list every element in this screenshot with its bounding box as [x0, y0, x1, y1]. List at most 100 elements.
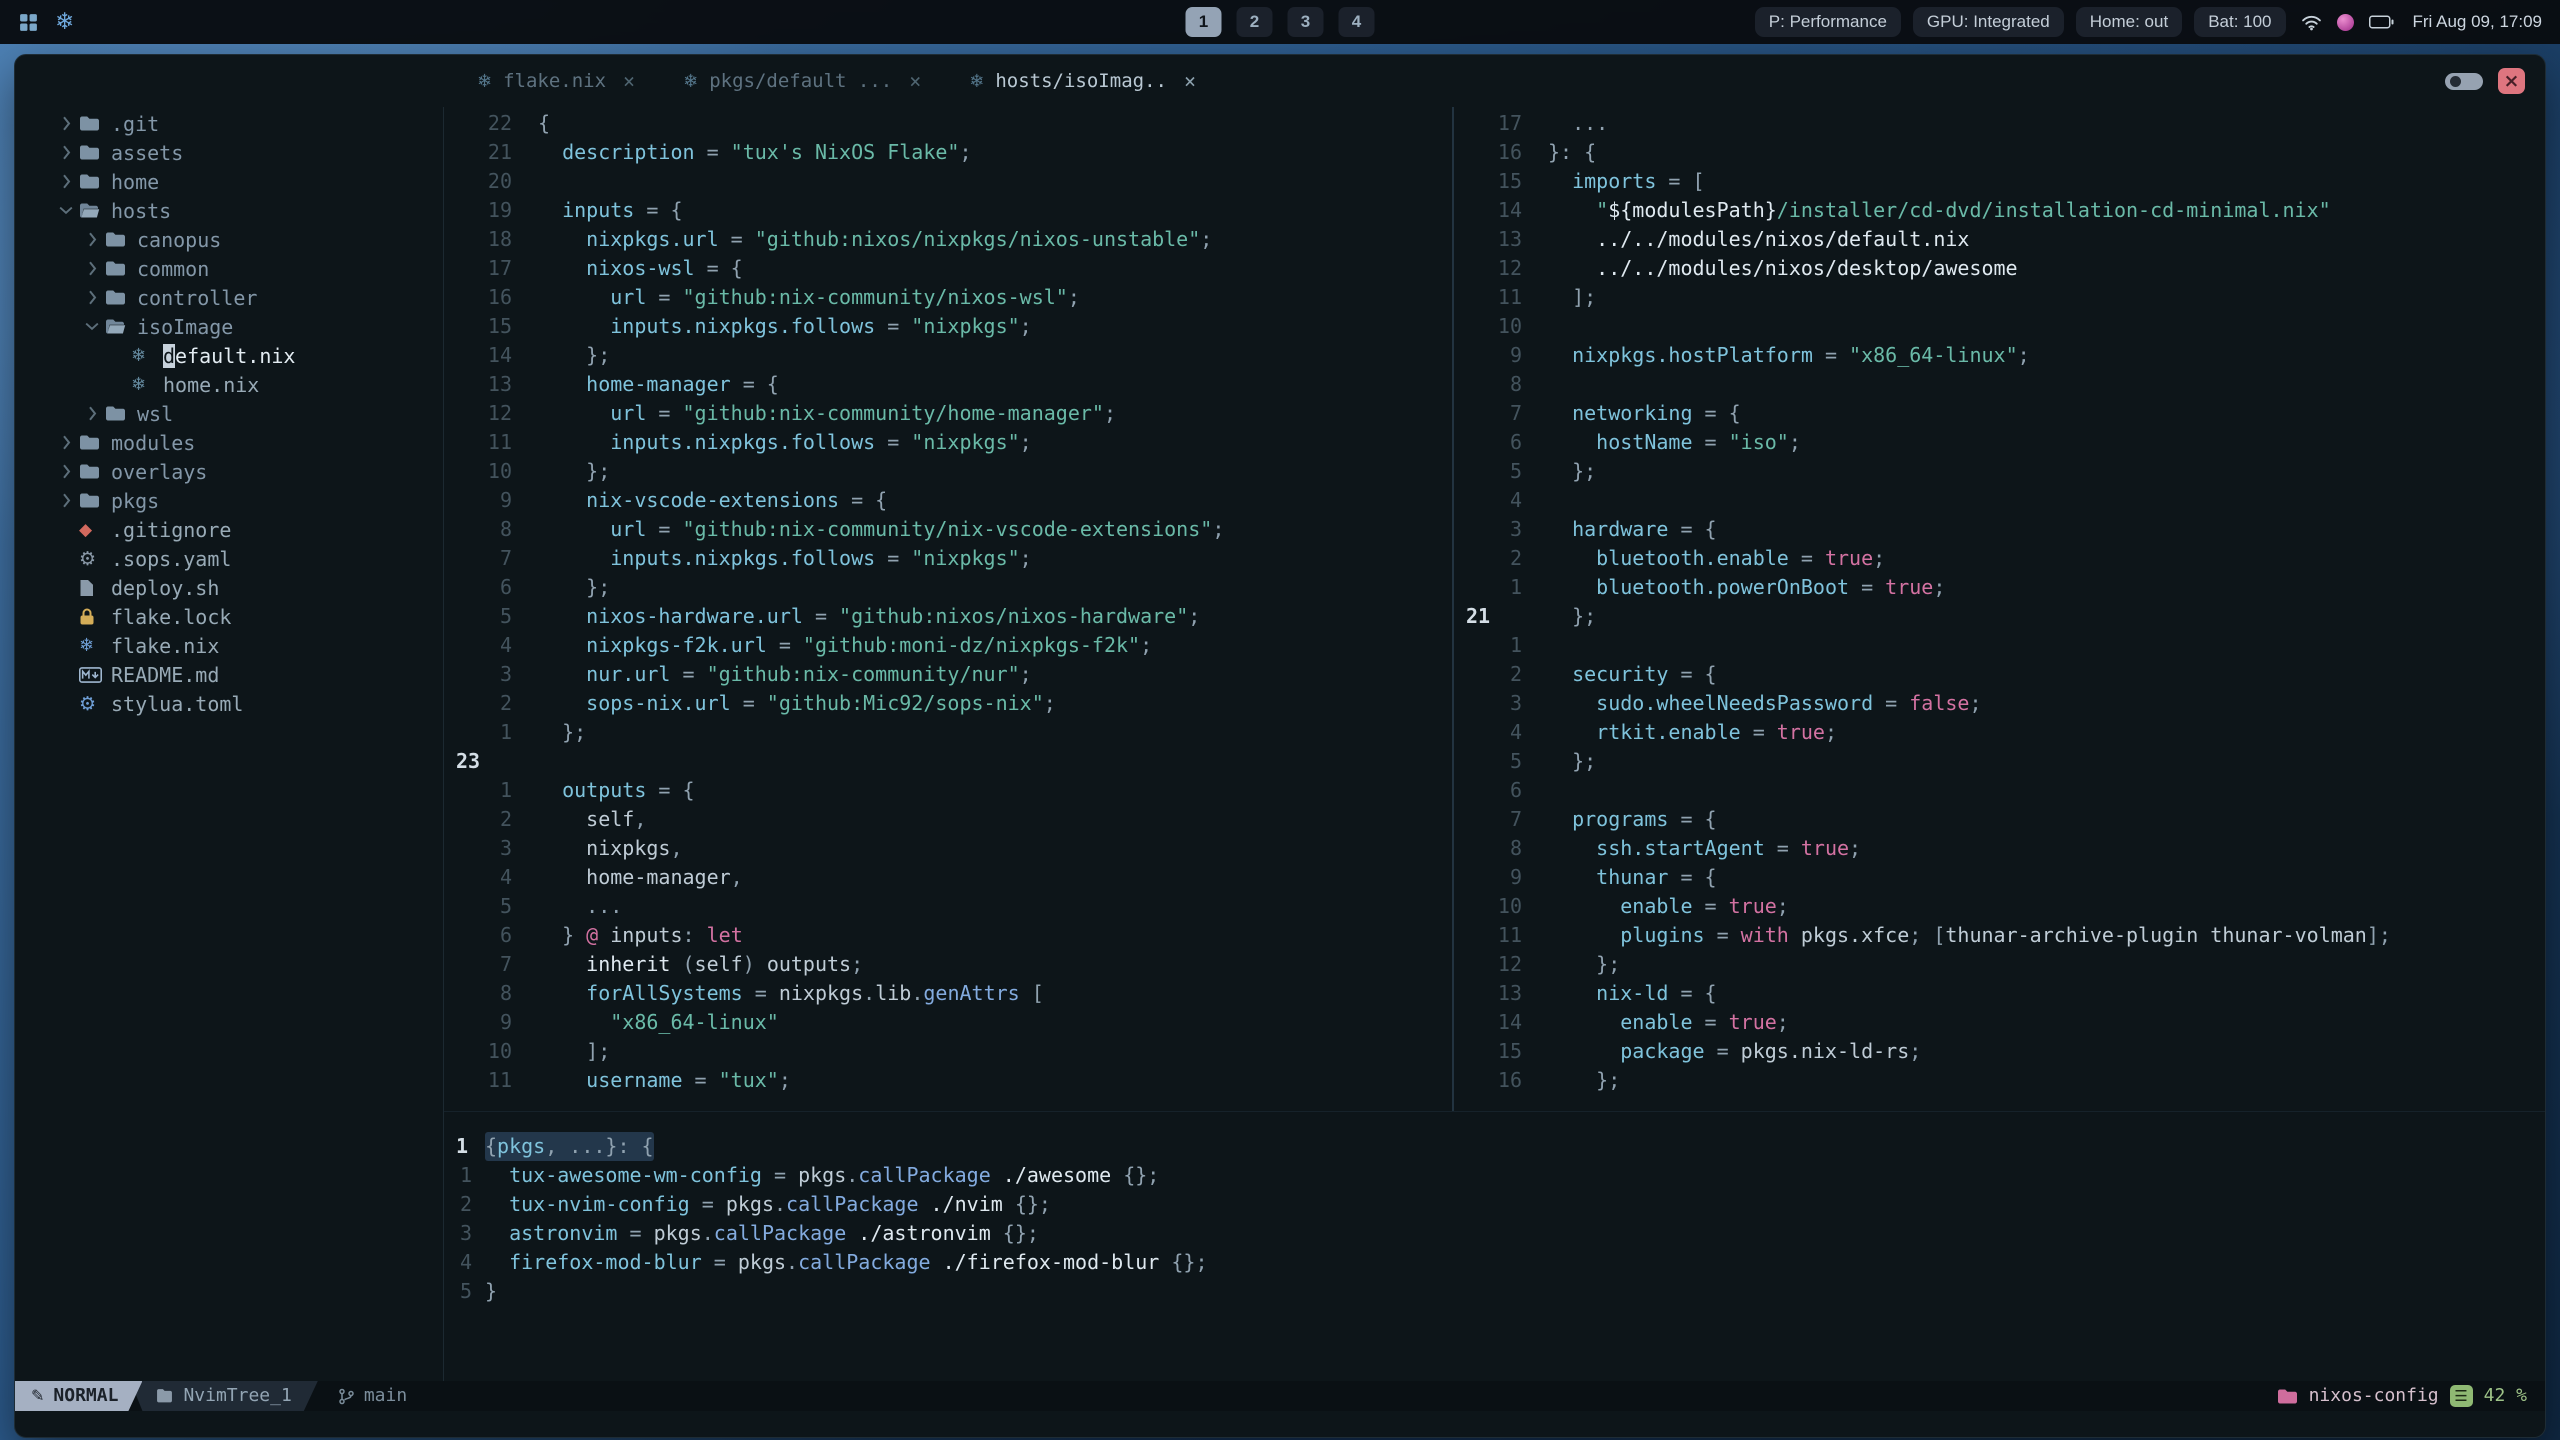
line-number: 16: [1497, 1068, 1522, 1092]
project-name: nixos-config: [2308, 1385, 2439, 1406]
code-line: 6 } @ inputs: let: [444, 921, 1452, 950]
chevron-right-icon: [79, 232, 105, 247]
tree-item-flake-lock[interactable]: flake.lock: [15, 602, 443, 631]
tree-item-home-nix[interactable]: ❄ home.nix: [15, 370, 443, 399]
tree-item-isoimage[interactable]: isoImage: [15, 312, 443, 341]
code-line: 2 bluetooth.enable = true;: [1454, 544, 2545, 573]
mode-indicator: ✎ NORMAL: [15, 1381, 142, 1411]
tree-item-label: common: [137, 256, 210, 281]
tree-item-controller[interactable]: controller: [15, 283, 443, 312]
markdown-icon: [79, 666, 111, 683]
wifi-icon[interactable]: [2301, 14, 2322, 31]
code-line: 12 };: [1454, 950, 2545, 979]
code-line: 3 sudo.wheelNeedsPassword = false;: [1454, 689, 2545, 718]
tree-item-sops-yaml[interactable]: ⚙ .sops.yaml: [15, 544, 443, 573]
tree-item-flake-nix[interactable]: ❄ flake.nix: [15, 631, 443, 660]
buffer-tab[interactable]: ❄ hosts/isoImag.. ×: [947, 55, 1218, 107]
code-line: 13 ../../modules/nixos/default.nix: [1454, 225, 2545, 254]
tab-close-icon[interactable]: ×: [623, 69, 635, 93]
tree-item-modules[interactable]: modules: [15, 428, 443, 457]
workspace-button-1[interactable]: 1: [1185, 7, 1222, 37]
code-line: 2 security = {: [1454, 660, 2545, 689]
line-number: 12: [487, 401, 512, 425]
buffer-name-segment: NvimTree_1: [130, 1381, 317, 1411]
code-line: 21 description = "tux's NixOS Flake";: [444, 138, 1452, 167]
tree-item-label: home: [111, 169, 160, 194]
line-number: 7: [1509, 807, 1522, 831]
nixos-logo-icon[interactable]: ❄: [55, 9, 74, 35]
code-line: 11 plugins = with pkgs.xfce; [thunar-arc…: [1454, 921, 2545, 950]
code-line: 8 forAllSystems = nixpkgs.lib.genAttrs [: [444, 979, 1452, 1008]
line-number: 5: [459, 1279, 472, 1303]
nix-icon: ❄: [131, 345, 147, 366]
code-line: 1: [1454, 631, 2545, 660]
line-number: 21: [487, 140, 512, 164]
tree-item-canopus[interactable]: canopus: [15, 225, 443, 254]
workspace-button-4[interactable]: 4: [1338, 7, 1375, 37]
tree-item-common[interactable]: common: [15, 254, 443, 283]
tree-item-default-nix[interactable]: ❄ default.nix: [15, 341, 443, 370]
editor-pane-pkgs-default-nix[interactable]: 1 {pkgs, ...}: {1 tux-awesome-wm-config =…: [444, 1111, 2545, 1381]
editor-pane-iso-default-nix[interactable]: 17 ... 16}: {15 imports = [14 "${modulesP…: [1454, 107, 2545, 1111]
line-number: 19: [487, 198, 512, 222]
app-launcher-icon[interactable]: [18, 12, 39, 33]
line-number: 23: [456, 749, 481, 773]
desktop: ❄ 1234 P: Performance GPU: Integrated Home…: [0, 0, 2560, 1440]
window-toggle-button[interactable]: [2445, 72, 2483, 90]
notification-dot-icon[interactable]: [2336, 13, 2354, 31]
folder-open-icon: [105, 318, 137, 335]
code-line: 22{: [444, 109, 1452, 138]
chevron-down-icon: [79, 321, 105, 332]
tree-item-hosts[interactable]: hosts: [15, 196, 443, 225]
line-number: 10: [487, 1039, 512, 1063]
tree-item-git[interactable]: .git: [15, 109, 443, 138]
toggle-knob: [2450, 75, 2461, 87]
tree-item-wsl[interactable]: wsl: [15, 399, 443, 428]
buffer-tab[interactable]: ❄ pkgs/default ... ×: [661, 55, 943, 107]
line-number: 2: [499, 691, 512, 715]
line-number: 14: [1497, 198, 1522, 222]
chevron-right-icon: [79, 261, 105, 276]
scroll-position: 42 %: [2483, 1385, 2527, 1406]
command-line[interactable]: [15, 1411, 2545, 1437]
editor-pane-flake-nix[interactable]: 22{21 description = "tux's NixOS Flake";…: [444, 107, 1452, 1111]
workspace-button-2[interactable]: 2: [1236, 7, 1273, 37]
tree-item-overlays[interactable]: overlays: [15, 457, 443, 486]
tab-close-icon[interactable]: ×: [1184, 69, 1196, 93]
line-number: 6: [499, 575, 512, 599]
line-number: 10: [487, 459, 512, 483]
chevron-right-icon: [53, 174, 79, 189]
line-number: 11: [1497, 285, 1522, 309]
folder-icon: [105, 231, 137, 248]
code-line: 15 package = pkgs.nix-ld-rs;: [1454, 1037, 2545, 1066]
battery-icon[interactable]: [2368, 15, 2394, 29]
tree-item-pkgs[interactable]: pkgs: [15, 486, 443, 515]
line-number: 9: [499, 1010, 512, 1034]
pencil-icon: ✎: [31, 1386, 45, 1405]
tree-item-home[interactable]: home: [15, 167, 443, 196]
workspace-button-3[interactable]: 3: [1287, 7, 1324, 37]
line-number: 3: [499, 662, 512, 686]
tree-item-stylua-toml[interactable]: ⚙ stylua.toml: [15, 689, 443, 718]
folder-icon: [79, 173, 111, 190]
tree-item-gitignore[interactable]: ◆ .gitignore: [15, 515, 443, 544]
code-line: 15 imports = [: [1454, 167, 2545, 196]
line-number: 6: [499, 923, 512, 947]
line-number: 1: [499, 778, 512, 802]
buffer-tab[interactable]: ❄ flake.nix ×: [455, 55, 657, 107]
line-number: 13: [487, 372, 512, 396]
tab-close-icon[interactable]: ×: [909, 69, 921, 93]
tree-item-deploy-sh[interactable]: deploy.sh: [15, 573, 443, 602]
tree-item-readme-md[interactable]: README.md: [15, 660, 443, 689]
workspaces: 1234: [1185, 7, 1375, 37]
code-line: 8: [1454, 370, 2545, 399]
window-close-button[interactable]: ×: [2498, 68, 2525, 94]
tree-item-label: controller: [137, 285, 258, 310]
tree-item-assets[interactable]: assets: [15, 138, 443, 167]
code-line: 7 inherit (self) outputs;: [444, 950, 1452, 979]
code-line: 3 astronvim = pkgs.callPackage ./astronv…: [444, 1219, 2545, 1248]
code-line: 9 thunar = {: [1454, 863, 2545, 892]
code-line: 21 };: [1454, 602, 2545, 631]
buffer-tabs: ❄ flake.nix × ❄ pkgs/default ... × ❄ hosts/isoI…: [455, 55, 1218, 107]
tree-item-label: flake.nix: [111, 633, 220, 658]
